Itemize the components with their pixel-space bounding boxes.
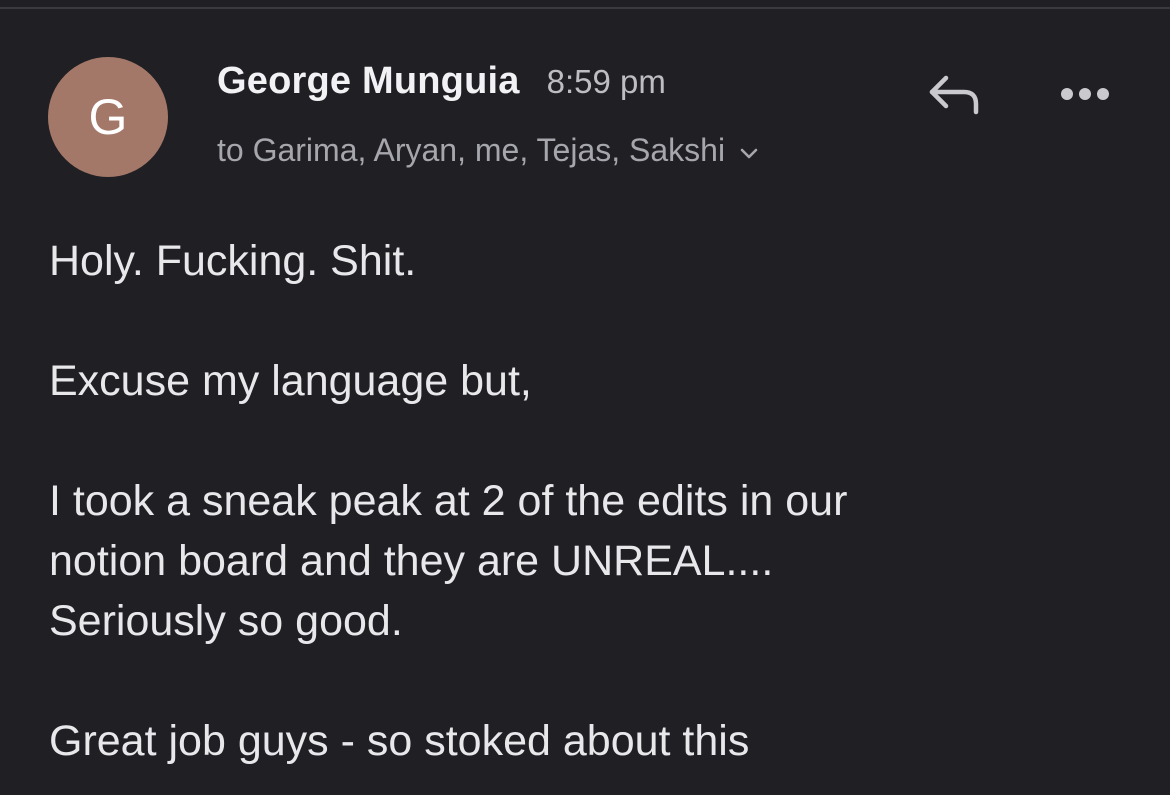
chevron-down-icon bbox=[740, 148, 758, 158]
body-paragraph-3-line-2: notion board and they are UNREAL.... bbox=[49, 537, 774, 585]
body-paragraph-3-line-1: I took a sneak peak at 2 of the edits in… bbox=[49, 477, 848, 525]
email-body: Holy. Fucking. Shit. Excuse my language … bbox=[49, 231, 1129, 771]
reply-button[interactable] bbox=[920, 68, 988, 122]
more-options-button[interactable] bbox=[1052, 72, 1118, 116]
send-time: 8:59 pm bbox=[546, 63, 666, 100]
sender-avatar[interactable]: G bbox=[48, 57, 168, 177]
body-paragraph-1: Holy. Fucking. Shit. bbox=[49, 237, 417, 285]
avatar-initial: G bbox=[88, 89, 128, 145]
body-paragraph-2: Excuse my language but, bbox=[49, 357, 532, 405]
recipients-text: to Garima, Aryan, me, Tejas, Sakshi bbox=[217, 132, 726, 168]
email-message-view: G George Munguia 8:59 pm to Garima, Arya… bbox=[0, 0, 1170, 795]
top-divider bbox=[0, 7, 1170, 9]
recipients-toggle[interactable]: to Garima, Aryan, me, Tejas, Sakshi bbox=[217, 132, 759, 169]
reply-icon bbox=[929, 75, 979, 115]
body-paragraph-3-line-3: Seriously so good. bbox=[49, 597, 403, 645]
body-paragraph-4: Great job guys - so stoked about this bbox=[49, 717, 750, 765]
sender-header: George Munguia 8:59 pm bbox=[217, 60, 666, 103]
more-horizontal-icon bbox=[1061, 88, 1109, 100]
sender-name[interactable]: George Munguia bbox=[217, 60, 520, 103]
